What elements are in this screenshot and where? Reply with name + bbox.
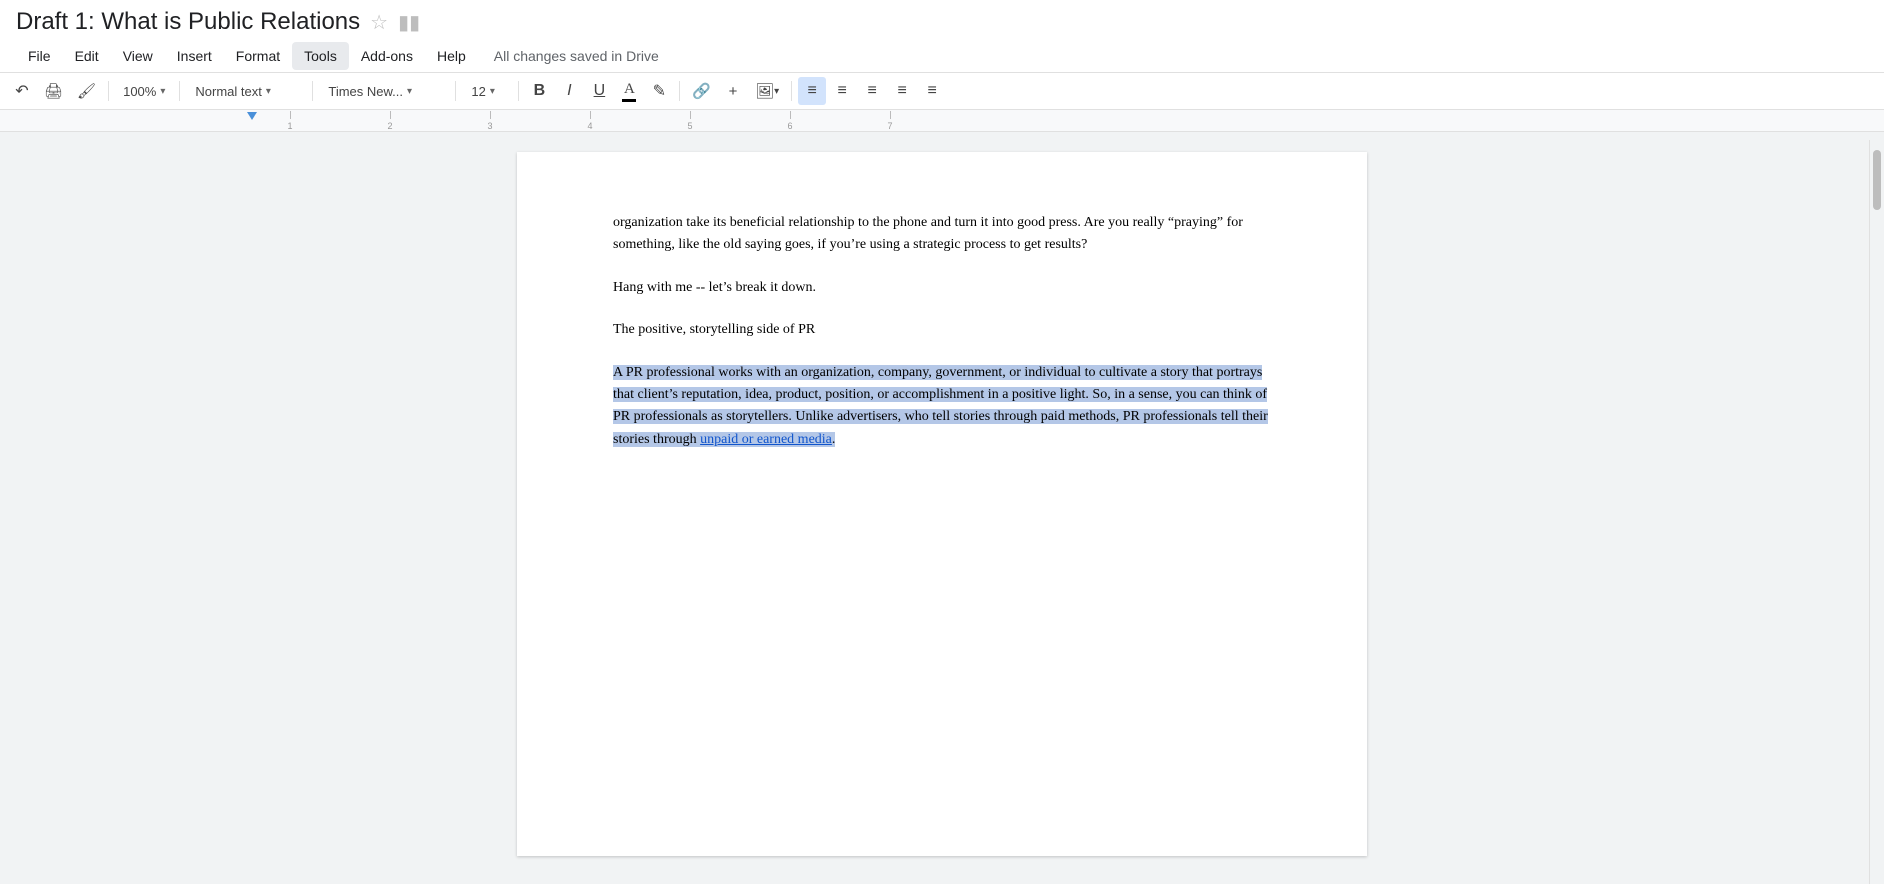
bold-icon: B (534, 82, 546, 100)
undo-button[interactable]: ↶ (8, 77, 36, 105)
divider-2 (179, 81, 180, 101)
link-button[interactable]: 🔗 (686, 77, 717, 105)
align-center-button[interactable]: ≡ (828, 77, 856, 105)
bold-button[interactable]: B (525, 77, 553, 105)
paragraph-2: Hang with me -- let’s break it down. (613, 277, 1271, 299)
ruler: 1 2 3 4 5 6 7 (0, 110, 1884, 132)
menu-insert[interactable]: Insert (165, 42, 224, 70)
zoom-value: 100% (123, 84, 156, 99)
italic-icon: I (567, 82, 571, 100)
align-justify-icon: ≡ (897, 82, 906, 100)
highlight-button[interactable]: ✎ (645, 77, 673, 105)
menu-tools[interactable]: Tools (292, 42, 349, 70)
underline-button[interactable]: U (585, 77, 613, 105)
menu-view[interactable]: View (111, 42, 165, 70)
ruler-mark-6: 6 (740, 111, 840, 131)
font-name-value: Times New... (328, 84, 403, 99)
divider-1 (108, 81, 109, 101)
paragraph-1: organization take its beneficial relatio… (613, 212, 1271, 257)
style-dropdown[interactable]: Normal text ▾ (186, 77, 306, 105)
divider-5 (518, 81, 519, 101)
paragraph-3-text: The positive, storytelling side of PR (613, 322, 815, 337)
doc-title: Draft 1: What is Public Relations (16, 8, 360, 36)
more-icon: ≡ (927, 82, 936, 100)
doc-text: organization take its beneficial relatio… (613, 212, 1271, 451)
zoom-selector[interactable]: 100% ▾ (115, 77, 173, 105)
paragraph-1-text: organization take its beneficial relatio… (613, 215, 1243, 252)
font-color-bar (622, 99, 636, 102)
ruler-mark-7: 7 (840, 111, 940, 131)
menu-addons[interactable]: Add-ons (349, 42, 425, 70)
paragraph-2-text: Hang with me -- let’s break it down. (613, 280, 816, 295)
paint-format-button[interactable]: 🖌 (71, 77, 102, 105)
toolbar: ↶ 🖨 🖌 100% ▾ Normal text ▾ Times New... … (0, 73, 1884, 110)
font-name-dropdown[interactable]: Times New... ▾ (319, 77, 449, 105)
align-center-icon: ≡ (837, 82, 846, 100)
scrollbar-thumb[interactable] (1873, 150, 1881, 210)
paragraph-3: The positive, storytelling side of PR (613, 319, 1271, 341)
title-bar: Draft 1: What is Public Relations ☆ ▮▮ F… (0, 0, 1884, 73)
menu-help[interactable]: Help (425, 42, 478, 70)
image-button[interactable]: 🖼 ▾ (749, 77, 785, 105)
font-size-value: 12 (471, 84, 485, 99)
zoom-arrow: ▾ (160, 86, 165, 97)
saved-status: All changes saved in Drive (494, 48, 659, 64)
folder-icon[interactable]: ▮▮ (398, 10, 420, 35)
print-button[interactable]: 🖨 (38, 77, 69, 105)
star-icon[interactable]: ☆ (370, 10, 388, 35)
font-size-dropdown[interactable]: 12 ▾ (462, 77, 512, 105)
doc-page[interactable]: organization take its beneficial relatio… (517, 152, 1367, 856)
ruler-mark-3: 3 (440, 111, 540, 131)
ruler-mark-5: 5 (640, 111, 740, 131)
font-name-arrow: ▾ (407, 86, 412, 97)
font-color-button[interactable]: A (615, 77, 643, 105)
paragraph-4: A PR professional works with an organiza… (613, 362, 1271, 452)
font-size-arrow: ▾ (490, 86, 495, 97)
divider-7 (791, 81, 792, 101)
paragraph-4-link[interactable]: unpaid or earned media (700, 432, 832, 447)
comment-button[interactable]: + (719, 77, 747, 105)
ruler-indent-top[interactable] (247, 112, 257, 120)
menu-file[interactable]: File (16, 42, 63, 70)
doc-area: organization take its beneficial relatio… (0, 132, 1884, 876)
divider-3 (312, 81, 313, 101)
align-left-button[interactable]: ≡ (798, 77, 826, 105)
menu-bar: File Edit View Insert Format Tools Add-o… (16, 40, 1868, 72)
link-icon: 🔗 (692, 82, 711, 100)
align-justify-button[interactable]: ≡ (888, 77, 916, 105)
highlight-icon: ✎ (653, 81, 666, 101)
font-color-icon: A (622, 81, 636, 102)
paragraph-4-period: . (832, 432, 836, 447)
undo-icon: ↶ (15, 81, 28, 101)
italic-button[interactable]: I (555, 77, 583, 105)
scrollbar-right[interactable] (1869, 140, 1884, 876)
ruler-mark-4: 4 (540, 111, 640, 131)
underline-icon: U (594, 82, 606, 100)
style-arrow: ▾ (266, 86, 271, 97)
menu-format[interactable]: Format (224, 42, 292, 70)
ruler-marks: 1 2 3 4 5 6 7 (0, 110, 1884, 131)
style-value: Normal text (195, 84, 261, 99)
align-left-icon: ≡ (807, 82, 816, 100)
divider-6 (679, 81, 680, 101)
paint-icon: 🖌 (77, 82, 96, 100)
menu-edit[interactable]: Edit (63, 42, 111, 70)
ruler-mark-2: 2 (340, 111, 440, 131)
divider-4 (455, 81, 456, 101)
image-icon: 🖼 (755, 82, 774, 100)
doc-title-row: Draft 1: What is Public Relations ☆ ▮▮ (16, 8, 1868, 40)
align-right-button[interactable]: ≡ (858, 77, 886, 105)
image-arrow: ▾ (774, 86, 779, 97)
print-icon: 🖨 (44, 82, 63, 100)
align-right-icon: ≡ (867, 82, 876, 100)
comment-icon: + (729, 83, 738, 100)
more-button[interactable]: ≡ (918, 77, 946, 105)
